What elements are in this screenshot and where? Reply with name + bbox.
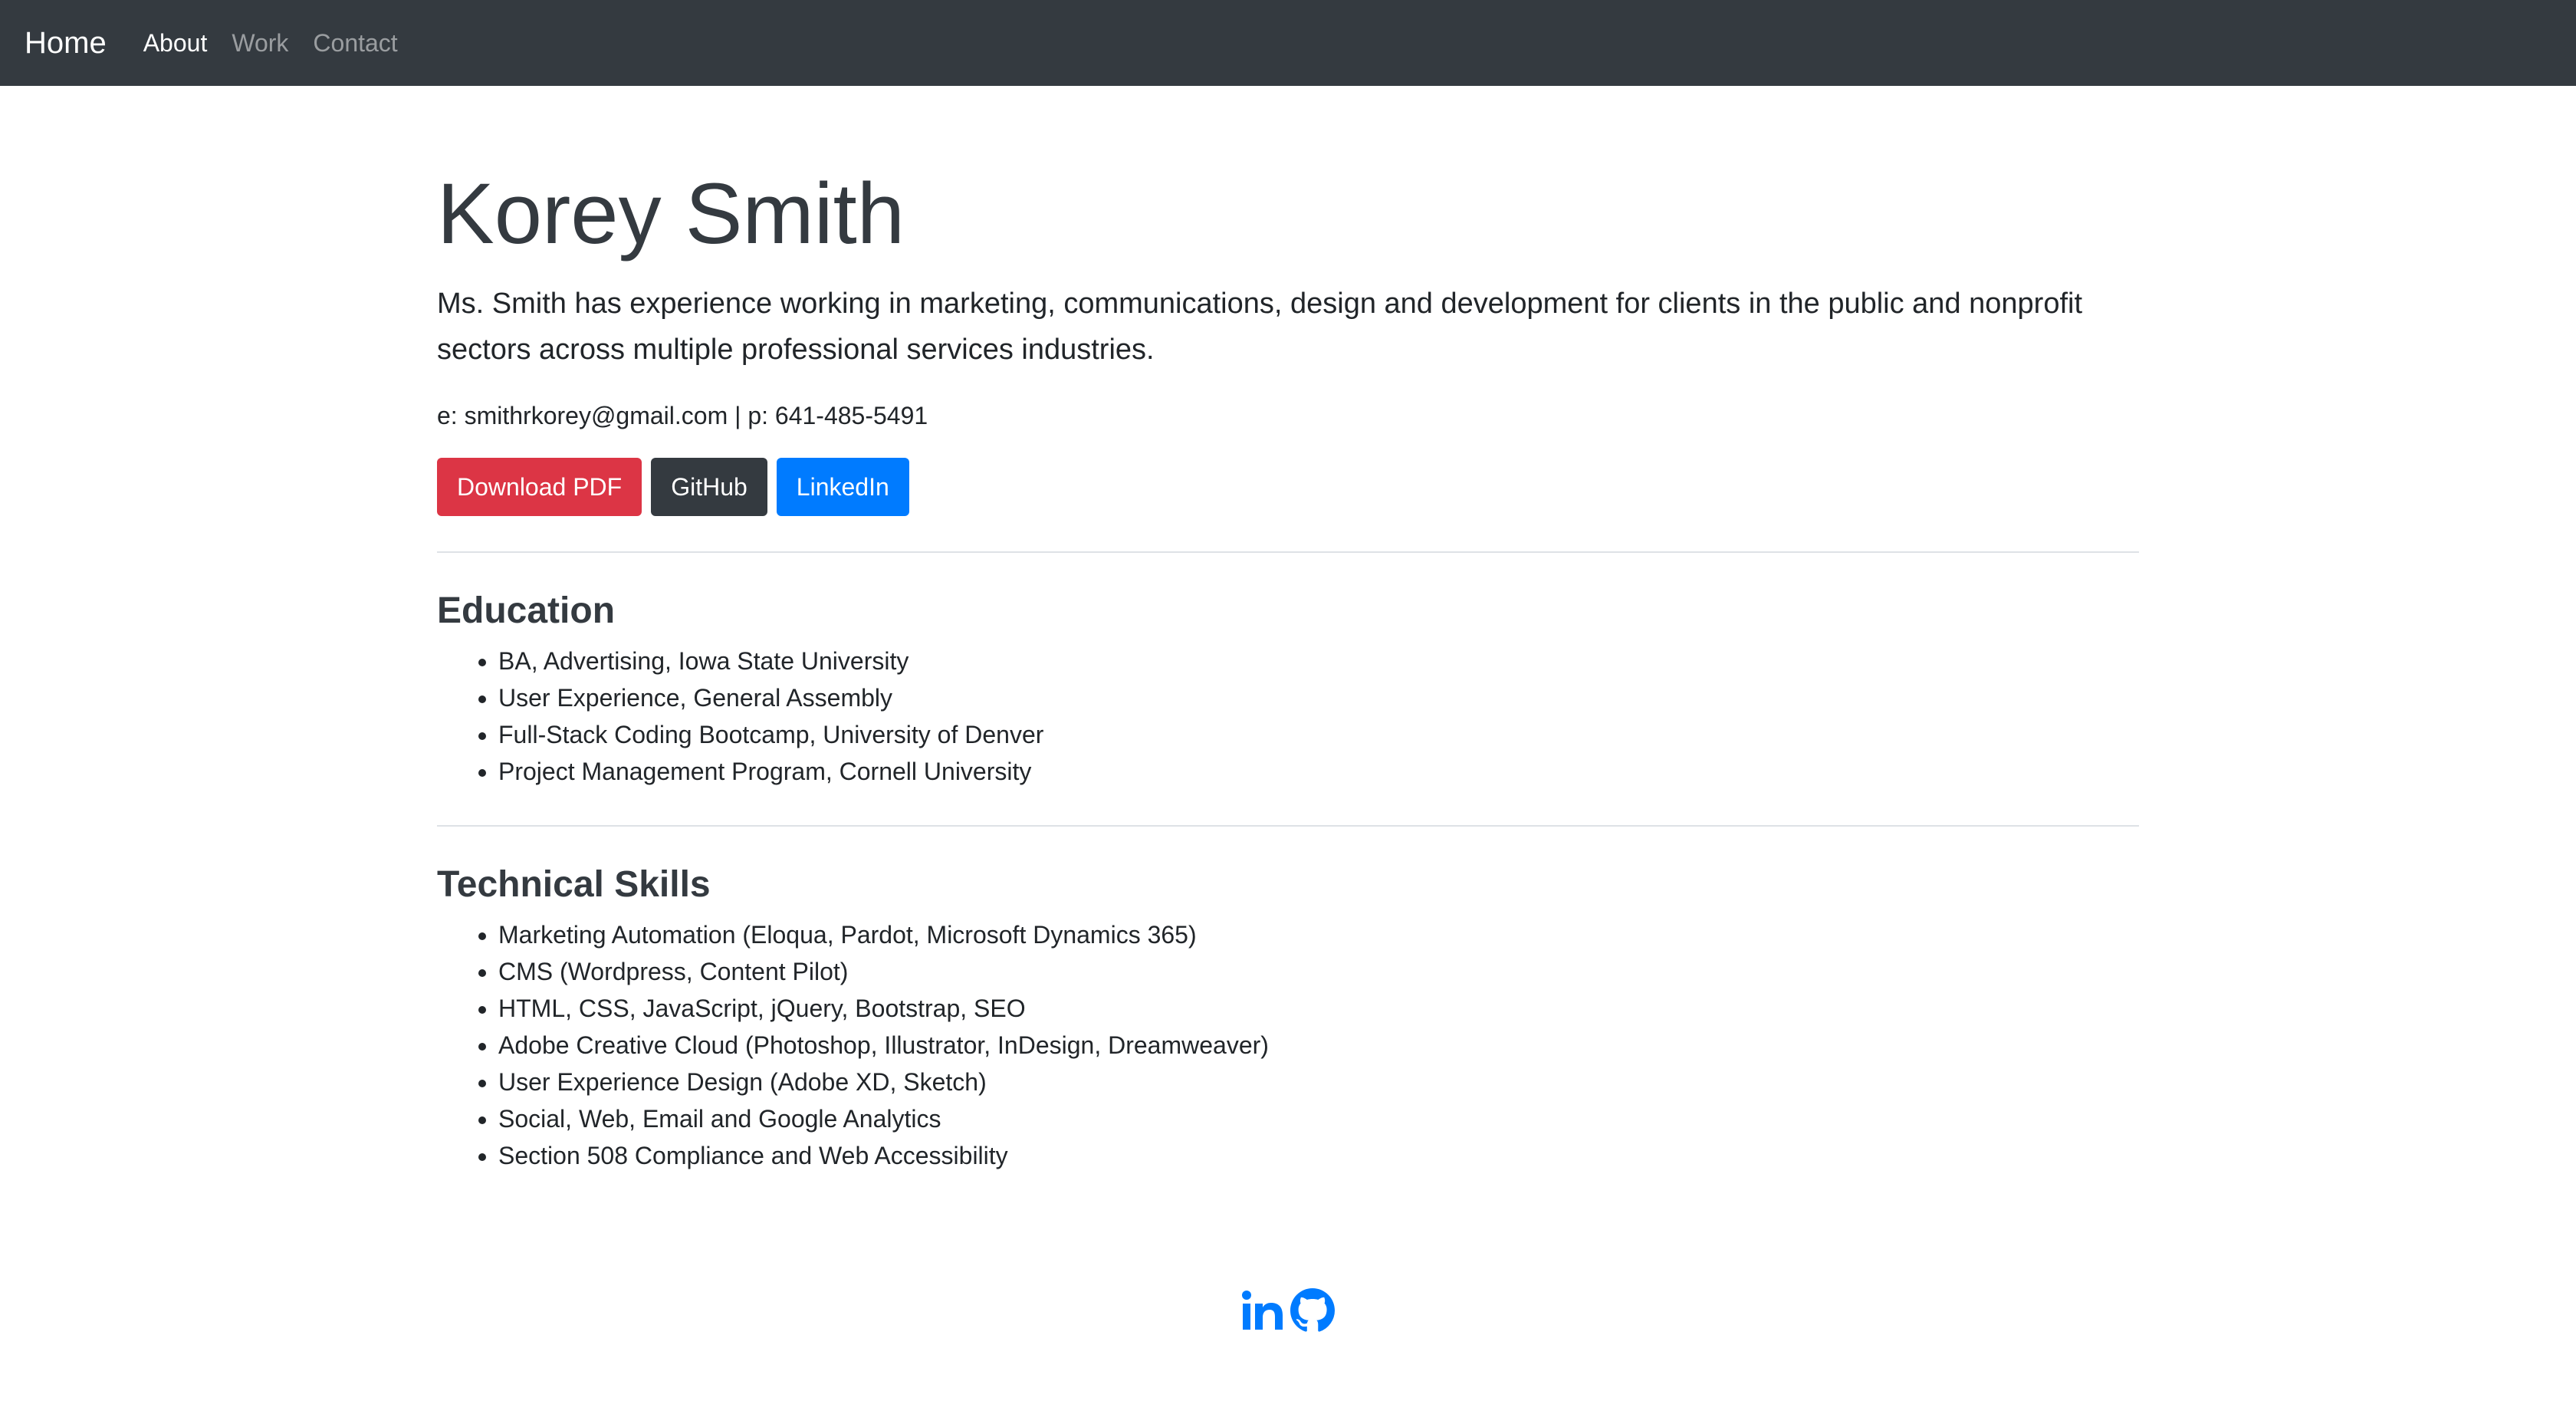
action-buttons: Download PDF GitHub LinkedIn bbox=[437, 458, 2139, 517]
divider bbox=[437, 825, 2139, 827]
nav-link-work[interactable]: Work bbox=[232, 29, 288, 58]
github-icon[interactable] bbox=[1290, 1288, 1335, 1333]
divider bbox=[437, 551, 2139, 554]
education-item: BA, Advertising, Iowa State University bbox=[498, 643, 2139, 679]
skill-item: Adobe Creative Cloud (Photoshop, Illustr… bbox=[498, 1027, 2139, 1064]
nav-brand-home[interactable]: Home bbox=[25, 26, 107, 61]
skill-item: HTML, CSS, JavaScript, jQuery, Bootstrap… bbox=[498, 990, 2139, 1027]
contact-info: e: smithrkorey@gmail.com | p: 641-485-54… bbox=[437, 402, 928, 430]
skill-item: User Experience Design (Adobe XD, Sketch… bbox=[498, 1064, 2139, 1100]
skills-heading: Technical Skills bbox=[437, 864, 711, 906]
nav-link-about[interactable]: About bbox=[143, 29, 208, 58]
linkedin-button[interactable]: LinkedIn bbox=[776, 458, 909, 517]
profile-summary: Ms. Smith has experience working in mark… bbox=[437, 288, 2083, 367]
skill-item: CMS (Wordpress, Content Pilot) bbox=[498, 953, 2139, 990]
education-item: Project Management Program, Cornell Univ… bbox=[498, 753, 2139, 790]
skills-list: Marketing Automation (Eloqua, Pardot, Mi… bbox=[437, 916, 2139, 1174]
main-content: Korey Smith Ms. Smith has experience wor… bbox=[437, 86, 2139, 1174]
skill-item: Marketing Automation (Eloqua, Pardot, Mi… bbox=[498, 916, 2139, 953]
linkedin-icon[interactable] bbox=[1241, 1288, 1286, 1333]
download-pdf-button[interactable]: Download PDF bbox=[437, 458, 642, 517]
navbar: Home About Work Contact bbox=[0, 0, 2576, 86]
education-list: BA, Advertising, Iowa State University U… bbox=[437, 643, 2139, 790]
page-title: Korey Smith bbox=[437, 166, 905, 261]
education-item: Full-Stack Coding Bootcamp, University o… bbox=[498, 716, 2139, 753]
skill-item: Social, Web, Email and Google Analytics bbox=[498, 1100, 2139, 1137]
github-button[interactable]: GitHub bbox=[651, 458, 767, 517]
footer-social-links bbox=[0, 1288, 2576, 1333]
skill-item: Section 508 Compliance and Web Accessibi… bbox=[498, 1137, 2139, 1174]
education-heading: Education bbox=[437, 590, 616, 632]
education-item: User Experience, General Assembly bbox=[498, 679, 2139, 716]
nav-link-contact[interactable]: Contact bbox=[313, 29, 397, 58]
